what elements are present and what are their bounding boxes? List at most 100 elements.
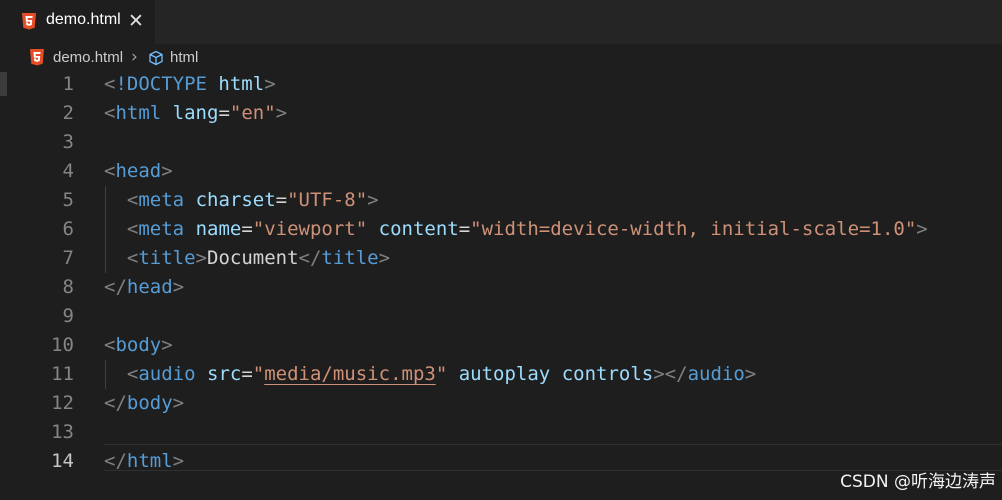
token: > (744, 363, 757, 385)
token: > (264, 73, 276, 95)
token: !DOCTYPE (115, 73, 207, 95)
token: </ (104, 450, 127, 472)
token: > (367, 189, 379, 211)
token: < (104, 73, 116, 95)
code-line-7: <title>Document</title> (104, 244, 390, 273)
code-line-5: <meta charset="UTF-8"> (104, 186, 379, 215)
token: "en" (229, 102, 276, 124)
tab-demo-html[interactable]: demo.html ✕ (0, 0, 156, 44)
token: "viewport" (252, 218, 368, 240)
token: "width=device-width, initial-scale=1.0" (470, 218, 917, 240)
html5-icon (30, 49, 44, 66)
token: </ (664, 363, 688, 385)
html5-icon (22, 13, 36, 30)
code-line-11: <audio src="media/music.mp3" autoplay co… (104, 360, 756, 389)
token: name (195, 218, 242, 240)
breadcrumb-separator: › (131, 47, 138, 67)
token: = (241, 363, 253, 385)
breadcrumb: demo.html › html (0, 44, 1002, 72)
token: > (161, 334, 173, 356)
line-number: 10 (51, 334, 74, 356)
cube-icon (149, 50, 163, 66)
token: </ (104, 392, 127, 414)
token: > (916, 218, 928, 240)
line-number: 11 (51, 363, 74, 385)
token: charset (195, 189, 276, 211)
line-number: 2 (62, 102, 74, 124)
code-line-10: <body> (104, 331, 173, 360)
line-number: 5 (62, 189, 74, 211)
token: < (104, 160, 116, 182)
token: > (195, 247, 207, 269)
tab-bar: demo.html ✕ (0, 0, 1002, 44)
token: < (126, 247, 139, 269)
breadcrumb-file[interactable]: demo.html (53, 49, 123, 66)
line-number: 13 (51, 421, 74, 443)
token: > (653, 363, 665, 385)
code-line-2: <html lang="en"> (104, 99, 287, 128)
token: audio (687, 363, 745, 385)
token: "UTF-8" (287, 189, 368, 211)
token: = (218, 102, 230, 124)
token: > (172, 392, 185, 414)
token: title (321, 247, 379, 269)
code-line-14: </html> (104, 447, 184, 476)
line-number: 1 (62, 73, 74, 95)
link-path[interactable]: media/music.mp3 (264, 363, 436, 385)
token: html (218, 73, 265, 95)
token: > (172, 276, 185, 298)
token: < (104, 334, 116, 356)
token: = (241, 218, 253, 240)
token: autoplay (458, 363, 551, 385)
code-editor[interactable]: 1 2 3 4 5 6 7 8 9 10 11 12 13 14 <!DOCTY… (0, 70, 1002, 500)
token: < (126, 189, 139, 211)
tab-label: demo.html (46, 11, 121, 28)
line-number: 9 (62, 305, 74, 327)
token: < (126, 218, 139, 240)
token: " (252, 363, 265, 385)
token: src (207, 363, 242, 385)
code-line-12: </body> (104, 389, 184, 418)
line-number: 3 (62, 131, 74, 153)
token: html (126, 450, 173, 472)
token: body (126, 392, 173, 414)
token: title (138, 247, 196, 269)
token: meta (138, 218, 185, 240)
code-line-8: </head> (104, 273, 184, 302)
token: Document (207, 247, 299, 269)
token: > (172, 450, 185, 472)
token: html (115, 102, 162, 124)
line-number: 8 (62, 276, 74, 298)
token: </ (104, 276, 127, 298)
token: < (104, 102, 116, 124)
token: > (378, 247, 391, 269)
code-line-4: <head> (104, 157, 173, 186)
line-number-active: 14 (51, 450, 74, 472)
watermark: CSDN @听海边涛声 (840, 472, 996, 492)
line-number: 12 (51, 392, 74, 414)
line-number: 7 (62, 247, 74, 269)
token: > (161, 160, 173, 182)
token: = (275, 189, 288, 211)
token: head (115, 160, 162, 182)
code-line-6: <meta name="viewport" content="width=dev… (104, 215, 928, 244)
token: meta (138, 189, 185, 211)
token: > (275, 102, 288, 124)
token: content (378, 218, 459, 240)
close-icon[interactable]: ✕ (128, 9, 144, 33)
token: lang (172, 102, 219, 124)
token: controls (561, 363, 654, 385)
breadcrumb-element[interactable]: html (170, 49, 198, 66)
token: = (458, 218, 471, 240)
